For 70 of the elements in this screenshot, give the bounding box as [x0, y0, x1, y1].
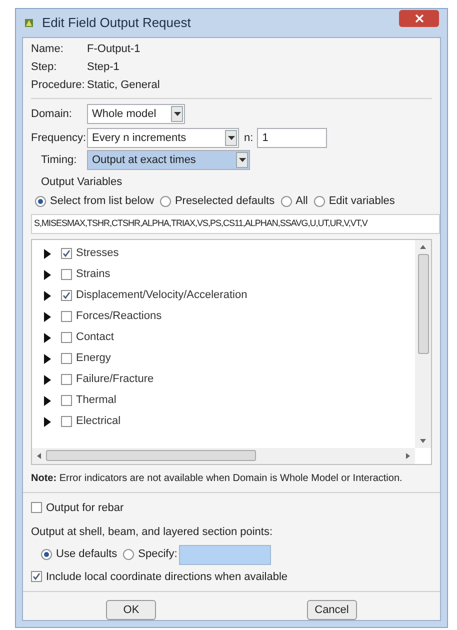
radio-label: Specify:: [138, 547, 178, 562]
section-label: Output at shell, beam, and layered section points:: [31, 525, 274, 540]
tree-item-label[interactable]: Electrical: [76, 413, 121, 430]
expand-arrow-icon[interactable]: [44, 374, 51, 384]
checkbox[interactable]: [31, 571, 42, 582]
radio-label: Preselected defaults: [174, 194, 275, 209]
field-label: Frequency:: [31, 130, 87, 146]
checkbox[interactable]: [61, 374, 72, 385]
tree-item-label[interactable]: Displacement/Velocity/Acceleration: [76, 287, 248, 304]
checkbox[interactable]: [61, 416, 72, 427]
section-title: Output Variables: [40, 175, 124, 189]
field-label: Procedure:: [31, 78, 86, 94]
field-label: Domain:: [31, 106, 73, 122]
tree-item-label[interactable]: Stresses: [76, 245, 119, 262]
field-label: Timing:: [41, 152, 78, 168]
n-input-field[interactable]: 1: [257, 128, 328, 148]
radio-button[interactable]: [160, 196, 171, 207]
field-label: Step:: [31, 60, 58, 76]
tree-item-label[interactable]: Contact: [76, 329, 114, 346]
domain-dropdown[interactable]: Whole model: [87, 104, 185, 124]
timing-dropdown[interactable]: Output at exact times: [87, 150, 250, 170]
checkbox[interactable]: [61, 248, 72, 259]
expand-arrow-icon[interactable]: [44, 290, 51, 300]
tree-item-label[interactable]: Forces/Reactions: [76, 308, 162, 325]
vertical-scrollbar[interactable]: [415, 240, 431, 448]
field-label: Name:: [31, 42, 64, 58]
checkbox[interactable]: [31, 502, 42, 514]
radio-label: Use defaults: [56, 547, 118, 562]
checkbox[interactable]: [61, 395, 72, 406]
tree-item-label[interactable]: Strains: [76, 266, 110, 283]
radio-button[interactable]: [314, 196, 325, 207]
frequency-dropdown[interactable]: Every n increments: [87, 128, 239, 148]
radio-label: All: [296, 194, 308, 209]
expand-arrow-icon[interactable]: [44, 396, 51, 406]
checkbox[interactable]: [61, 332, 72, 343]
field-label: n:: [244, 130, 254, 146]
checkbox[interactable]: [61, 290, 72, 301]
dialog-button[interactable]: OK: [106, 600, 156, 620]
specify-input-field[interactable]: [179, 544, 272, 564]
variables-field[interactable]: S,MISESMAX,TSHR,CTSHR,ALPHA,TRIAX,VS,PS,CS11,ALPHAN,SSAVG,U,UT,UR,V,VT,V: [31, 214, 440, 234]
horizontal-scrollbar[interactable]: [32, 448, 415, 464]
checkbox[interactable]: [61, 311, 72, 322]
tree-item-label[interactable]: Thermal: [76, 392, 116, 409]
radio-button[interactable]: [35, 196, 46, 207]
expand-arrow-icon[interactable]: [44, 312, 51, 322]
radio-button[interactable]: [280, 196, 292, 207]
tree-item-label[interactable]: Failure/Fracture: [76, 371, 154, 388]
note-text: Note: Error indicators are not available when Domain is Whole Model or Interaction.: [23, 470, 440, 492]
checkbox[interactable]: [61, 269, 72, 280]
radio-label: Edit variables: [328, 194, 395, 209]
app-icon: [24, 18, 34, 28]
radio-label: Select from list below: [50, 194, 154, 209]
field-value: Static, General: [87, 78, 160, 94]
dialog-button[interactable]: Cancel: [306, 600, 357, 620]
window-title: Edit Field Output Request: [42, 14, 192, 32]
close-icon: [414, 14, 424, 23]
checkbox-label: Include local coordinate directions when available: [46, 570, 288, 584]
field-value: F-Output-1: [87, 42, 140, 58]
field-value: Step-1: [87, 60, 120, 76]
expand-arrow-icon[interactable]: [44, 332, 51, 342]
tree-item-label[interactable]: Energy: [76, 350, 111, 367]
expand-arrow-icon[interactable]: [44, 248, 51, 258]
radio-button[interactable]: [41, 549, 52, 560]
expand-arrow-icon[interactable]: [44, 416, 51, 426]
close-button[interactable]: [399, 10, 439, 27]
checkbox[interactable]: [61, 353, 72, 364]
checkbox-label: Output for rebar: [46, 500, 124, 516]
expand-arrow-icon[interactable]: [44, 270, 51, 280]
radio-button[interactable]: [123, 549, 134, 560]
expand-arrow-icon[interactable]: [44, 354, 51, 364]
